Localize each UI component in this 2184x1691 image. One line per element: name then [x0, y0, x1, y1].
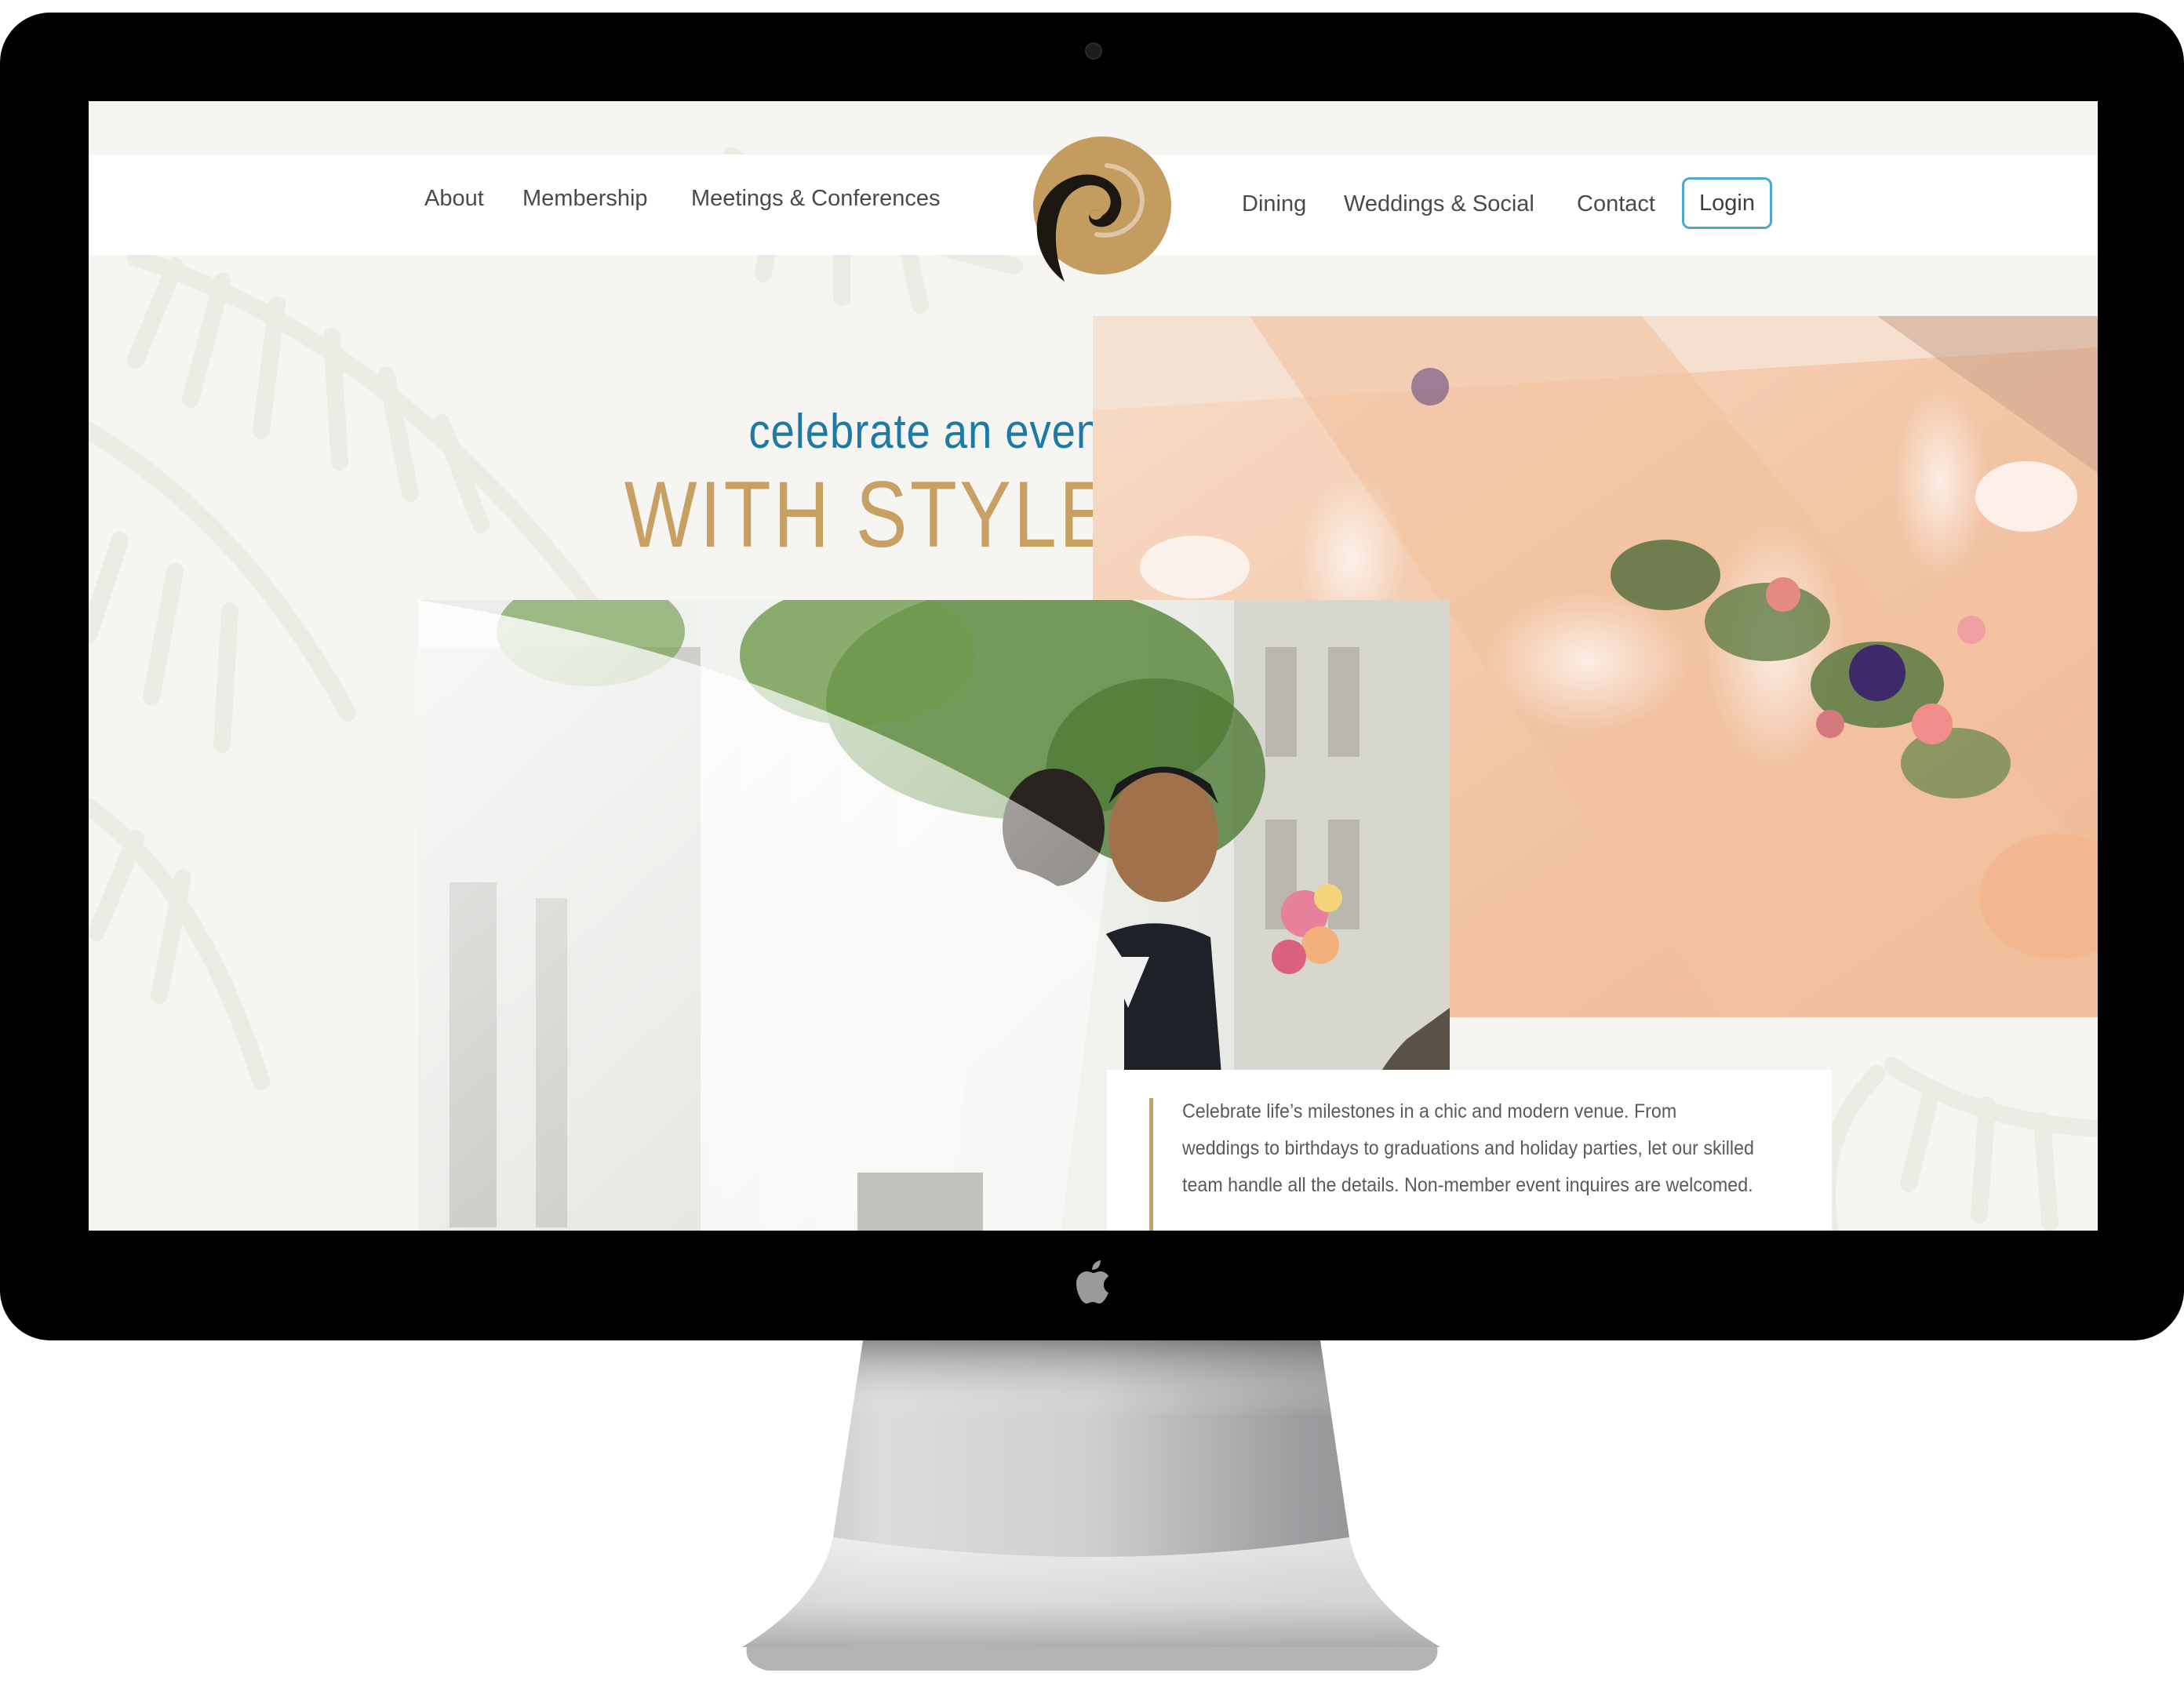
camera-icon	[1085, 42, 1102, 60]
apple-icon	[1076, 1260, 1108, 1304]
monitor-mockup: About Membership Meetings & Conferences …	[0, 0, 2184, 1691]
nav-item-membership[interactable]: Membership	[522, 186, 648, 212]
intro-paragraph: Celebrate life’s milestones in a chic an…	[1182, 1100, 1754, 1196]
nav-item-contact[interactable]: Contact	[1577, 191, 1655, 217]
nav-item-meetings-conferences[interactable]: Meetings & Conferences	[691, 186, 941, 212]
hero-headline: WITH STYLE	[624, 462, 1113, 567]
website-screen: About Membership Meetings & Conferences …	[89, 101, 2098, 1231]
accent-bar	[1149, 1098, 1153, 1231]
nav-item-about[interactable]: About	[424, 186, 484, 212]
login-button[interactable]: Login	[1682, 177, 1772, 229]
intro-text-card: Celebrate life’s milestones in a chic an…	[1107, 1070, 1832, 1231]
swirl-logo-icon[interactable]	[1014, 133, 1171, 289]
hero-tagline: celebrate an event	[748, 405, 1113, 459]
nav-item-weddings-social[interactable]: Weddings & Social	[1344, 191, 1534, 217]
nav-item-dining[interactable]: Dining	[1242, 191, 1306, 217]
